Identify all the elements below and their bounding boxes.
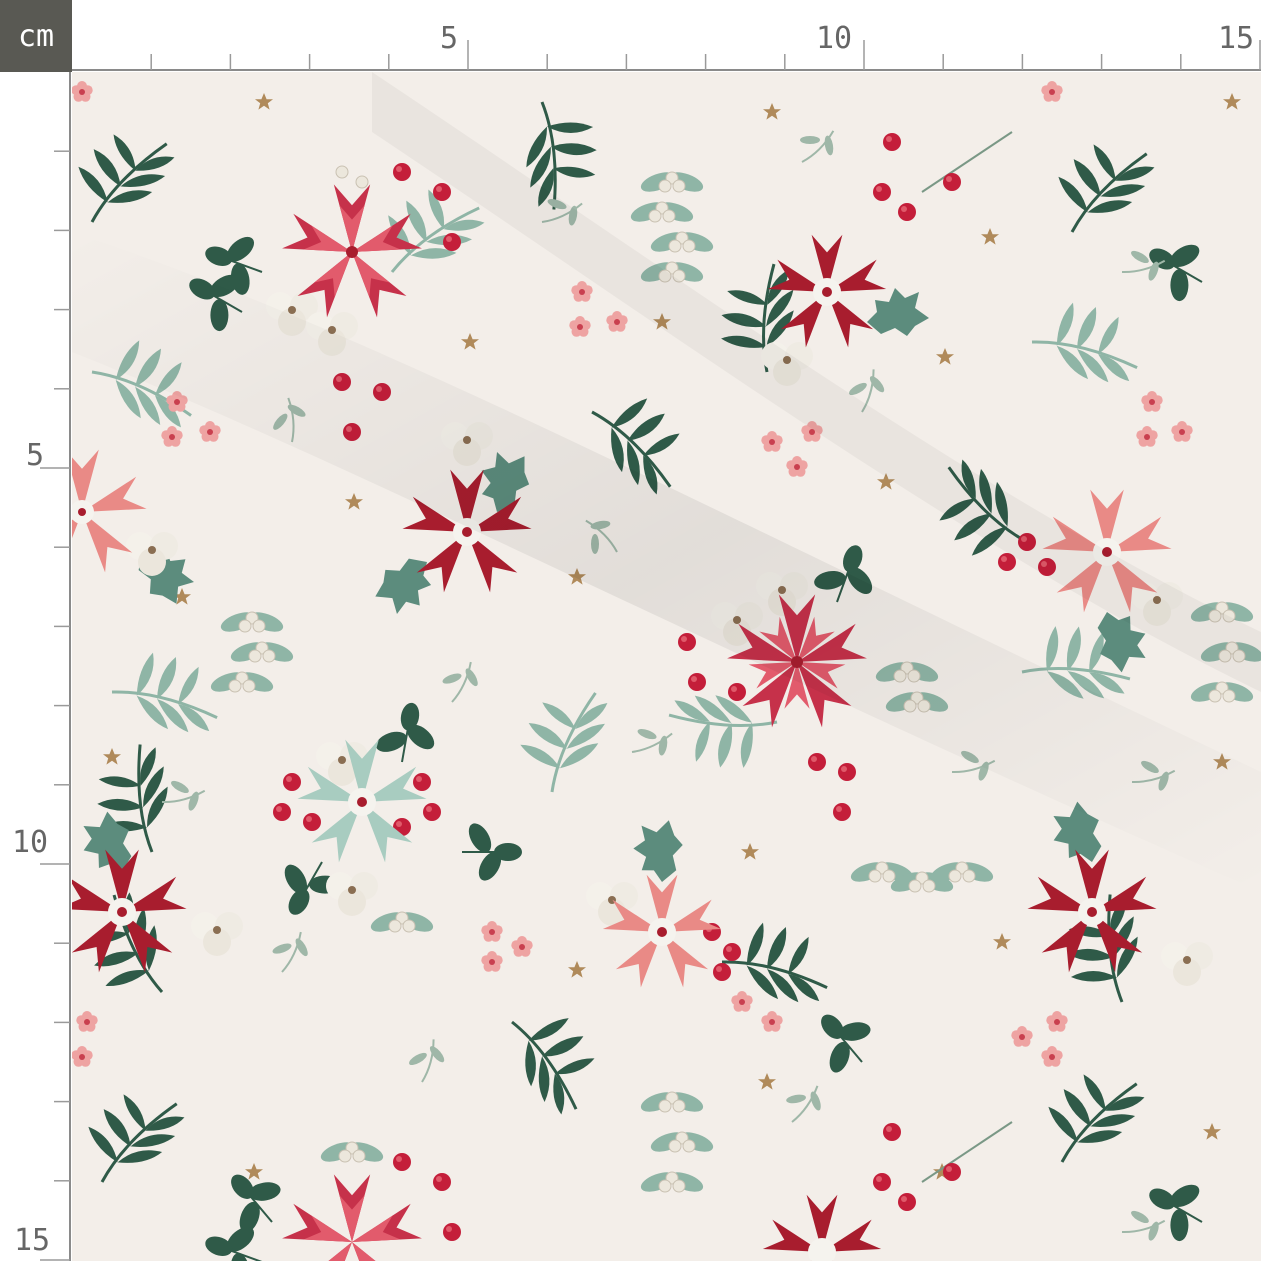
unit-label: cm [0, 0, 72, 72]
ruler-left-label-15: 15 [14, 1223, 51, 1258]
floral-pattern [72, 72, 1261, 1261]
ruler-left: 5 10 15 [0, 72, 72, 1261]
ruler-top-ticks [72, 40, 1261, 71]
ruler-top: 5 10 15 [72, 0, 1261, 72]
ruler-top-label-15: 15 [1218, 21, 1255, 56]
ruler-top-label-10: 10 [816, 21, 853, 56]
ruler-left-label-5: 5 [26, 438, 45, 473]
ruler-top-label-5: 5 [440, 21, 459, 56]
ruler-left-ticks [40, 72, 71, 1261]
fabric-swatch [72, 72, 1261, 1261]
ruler-left-label-10: 10 [12, 825, 49, 860]
